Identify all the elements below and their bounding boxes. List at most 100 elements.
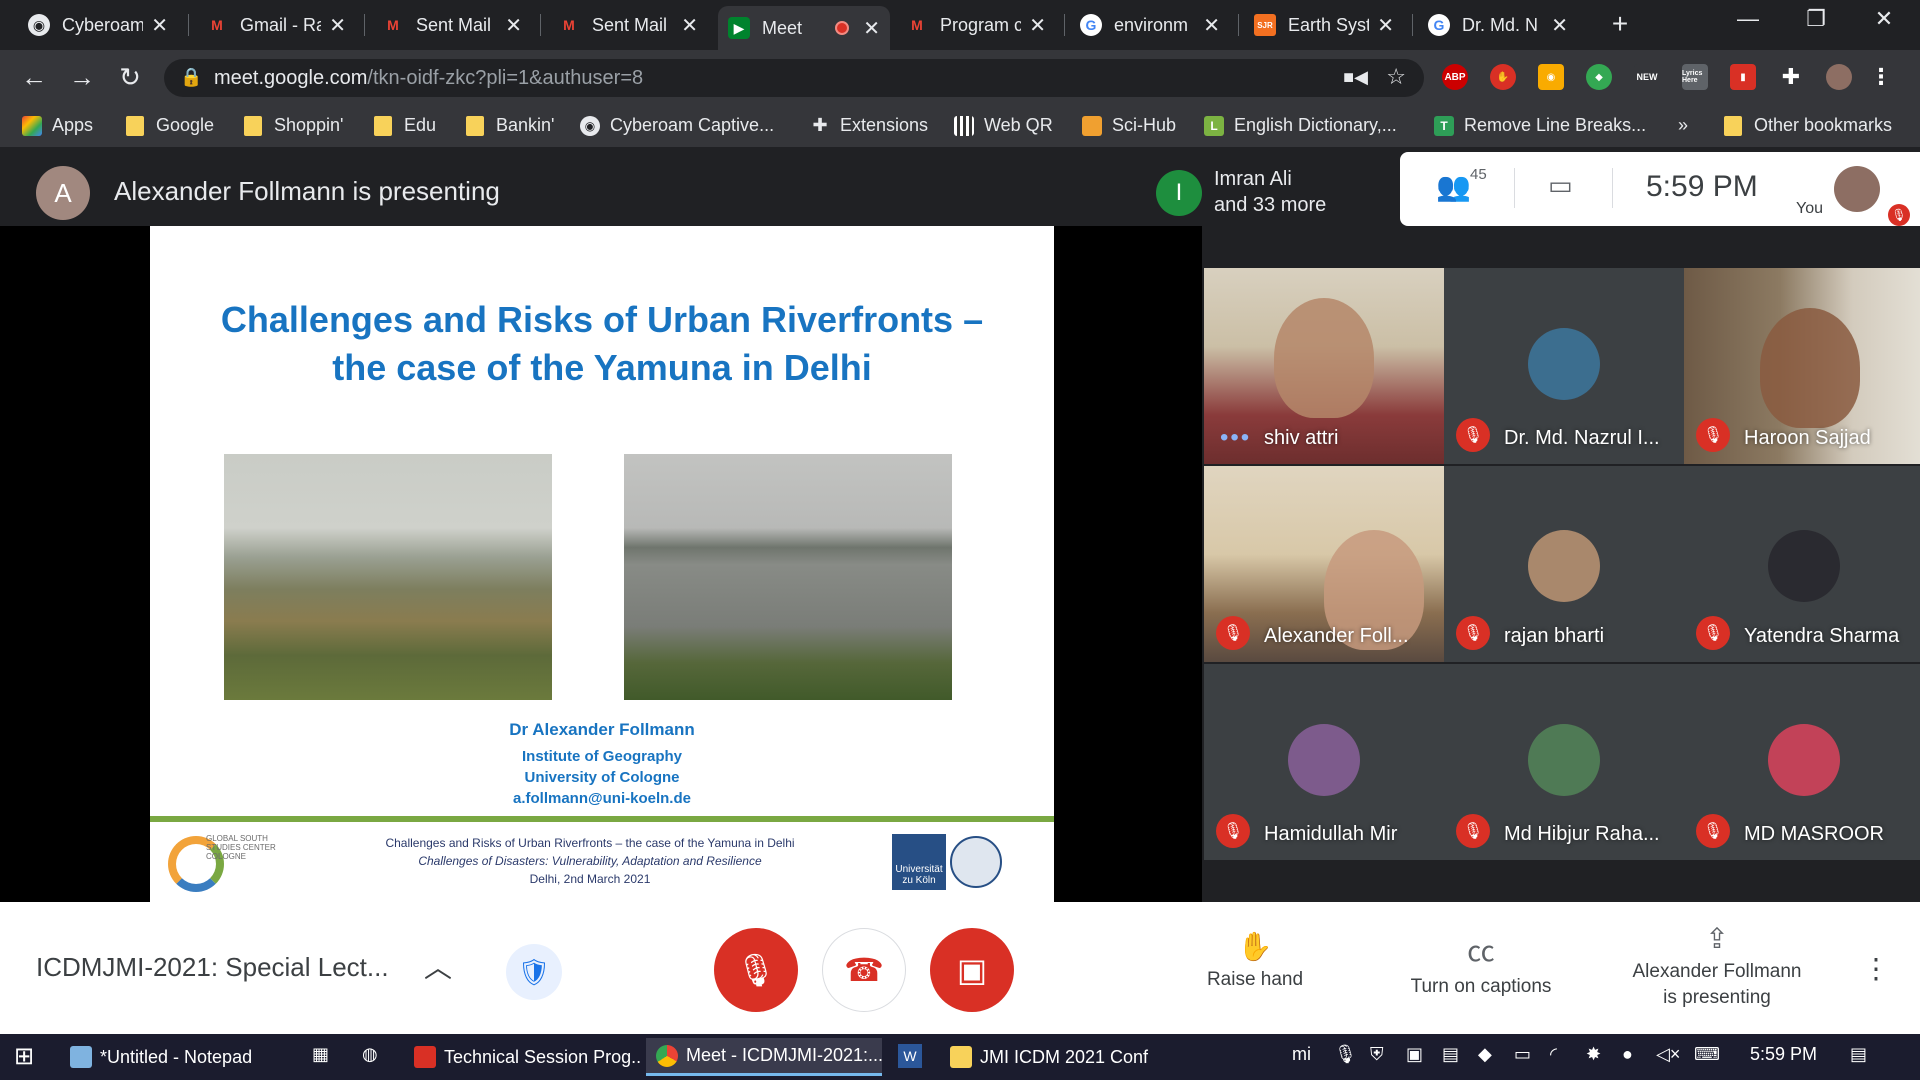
restore-icon[interactable]: ❐ — [1796, 6, 1836, 32]
participant-tile[interactable]: 🎙 MD MASROOR — [1684, 664, 1920, 860]
bookmarks-overflow-button[interactable]: » — [1678, 115, 1688, 136]
tab-cyberoam[interactable]: ◉ Cyberoam ✕ — [18, 6, 178, 44]
bookmark-edu[interactable]: Edu — [374, 115, 436, 136]
camera-icon[interactable]: ■◀ — [1343, 67, 1368, 88]
back-arrow-icon[interactable]: ← — [18, 62, 50, 93]
bookmark-google[interactable]: Google — [126, 115, 214, 136]
reload-icon[interactable]: ↻ — [114, 62, 146, 93]
meeting-title[interactable]: ICDMJMI-2021: Special Lect... — [36, 952, 389, 983]
new-badge-icon[interactable]: NEW — [1634, 64, 1660, 90]
profile-avatar[interactable] — [1826, 64, 1852, 90]
active-speaker-chip[interactable]: I Imran Ali and 33 more — [1144, 156, 1400, 228]
minimize-icon[interactable]: — — [1728, 6, 1768, 32]
volume-muted-icon[interactable]: ◁× — [1656, 1044, 1680, 1065]
forward-arrow-icon[interactable]: → — [66, 62, 98, 93]
participant-tile[interactable]: 🎙 Alexander Foll... — [1204, 466, 1444, 662]
bookmark-star-icon[interactable]: ☆ — [1386, 64, 1406, 90]
address-bar[interactable]: 🔒 meet.google.com/tkn-oidf-zkc?pli=1&aut… — [164, 59, 1424, 97]
chevron-up-icon[interactable]: ︿ — [424, 946, 452, 986]
new-tab-button[interactable]: + — [1600, 8, 1640, 40]
bookmark-cyberoam[interactable]: ◉ Cyberoam Captive... — [580, 115, 774, 136]
raise-hand-button[interactable]: ✋ Raise hand — [1190, 930, 1320, 991]
browser-menu-icon[interactable]: ⋮ — [1868, 64, 1894, 90]
paint-icon[interactable]: ◍ — [362, 1044, 378, 1065]
taskbar-folder[interactable]: JMI ICDM 2021 Conf — [940, 1038, 1176, 1076]
camera-toggle-button[interactable]: ▣ — [930, 928, 1014, 1012]
tray-drop-icon[interactable]: ● — [1622, 1044, 1633, 1065]
participant-tile[interactable]: 🎙 Dr. Md. Nazrul I... — [1444, 268, 1684, 464]
extension-orange-icon[interactable]: ◉ — [1538, 64, 1564, 90]
calculator-icon[interactable]: ▦ — [312, 1044, 329, 1065]
tab-dr-md[interactable]: G Dr. Md. N ✕ — [1418, 6, 1578, 44]
tab-environment[interactable]: G environm ✕ — [1070, 6, 1230, 44]
pdf-extension-icon[interactable]: ▮ — [1730, 64, 1756, 90]
presentation-button[interactable]: ⇪ Alexander Follmann is presenting — [1622, 922, 1812, 1009]
taskbar-pdf[interactable]: Technical Session Prog... — [404, 1038, 640, 1076]
folder-icon — [374, 115, 392, 136]
participant-tile[interactable]: 🎙 Hamidullah Mir — [1204, 664, 1444, 860]
battery-icon[interactable]: ▭ — [1514, 1044, 1531, 1065]
close-window-icon[interactable]: ✕ — [1864, 6, 1904, 32]
adblock-plus-icon[interactable]: ABP — [1442, 64, 1468, 90]
participant-tile[interactable]: ••• shiv attri — [1204, 268, 1444, 464]
close-tab-icon[interactable]: ✕ — [1551, 13, 1568, 38]
bookmark-other[interactable]: Other bookmarks — [1724, 115, 1892, 136]
taskbar-notepad[interactable]: *Untitled - Notepad — [60, 1038, 296, 1076]
tray-fire-icon[interactable]: ✸ — [1586, 1044, 1601, 1065]
bookmark-remove-line-breaks[interactable]: T Remove Line Breaks... — [1434, 115, 1646, 136]
mic-off-icon: 🎙 — [735, 952, 777, 988]
taskbar-chrome[interactable]: Meet - ICDMJMI-2021:... — [646, 1038, 882, 1076]
hand-stop-icon[interactable]: ✋ — [1490, 64, 1516, 90]
more-options-icon[interactable]: ⋮ — [1862, 952, 1890, 985]
keyboard-icon[interactable]: ⌨ — [1694, 1044, 1720, 1065]
close-tab-icon[interactable]: ✕ — [329, 13, 346, 38]
puzzle-icon[interactable]: ✚ — [1778, 64, 1804, 90]
tray-colorful-icon[interactable]: ◆ — [1478, 1044, 1492, 1065]
wifi-icon[interactable]: ◜ — [1550, 1044, 1557, 1065]
lock-icon[interactable]: 🔒 — [180, 67, 202, 88]
tab-meet[interactable]: ▶ Meet ✕ — [718, 6, 890, 50]
close-tab-icon[interactable]: ✕ — [1203, 13, 1220, 38]
notifications-icon[interactable]: ▤ — [1850, 1044, 1867, 1065]
tab-earth-system[interactable]: SJR Earth Syst ✕ — [1244, 6, 1404, 44]
self-avatar[interactable] — [1834, 166, 1880, 212]
tab-sent-mail-2[interactable]: M Sent Mail ✕ — [548, 6, 708, 44]
bookmark-web-qr[interactable]: Web QR — [954, 115, 1053, 136]
close-tab-icon[interactable]: ✕ — [863, 16, 880, 41]
bookmark-sci-hub[interactable]: Sci-Hub — [1082, 115, 1176, 136]
microphone-toggle-button[interactable]: 🎙 — [714, 928, 798, 1012]
close-tab-icon[interactable]: ✕ — [151, 13, 168, 38]
windows-start-icon[interactable]: ⊞ — [14, 1042, 34, 1071]
tray-app-icon[interactable]: ▣ — [1406, 1044, 1423, 1065]
bookmark-extensions[interactable]: ✚ Extensions — [810, 115, 928, 136]
lyrics-here-icon[interactable]: Lyrics Here — [1682, 64, 1708, 90]
bookmark-shopping[interactable]: Shoppin' — [244, 115, 344, 136]
participant-tile[interactable]: 🎙 rajan bharti — [1444, 466, 1684, 662]
close-tab-icon[interactable]: ✕ — [1377, 13, 1394, 38]
tab-program[interactable]: M Program c ✕ — [896, 6, 1056, 44]
microphone-icon[interactable]: 🎙 — [1334, 1044, 1357, 1065]
word-icon[interactable]: W — [898, 1044, 922, 1068]
bookmark-banking[interactable]: Bankin' — [466, 115, 554, 136]
participant-tile[interactable]: 🎙 Haroon Sajjad — [1684, 268, 1920, 464]
chat-icon[interactable]: ▭ — [1548, 170, 1573, 201]
close-tab-icon[interactable]: ✕ — [1029, 13, 1046, 38]
bookmark-apps[interactable]: Apps — [22, 115, 93, 136]
tab-sent-mail-1[interactable]: M Sent Mail ✕ — [372, 6, 532, 44]
taskbar-clock[interactable]: 5:59 PM — [1750, 1044, 1817, 1065]
bookmark-english-dictionary[interactable]: L English Dictionary,... — [1204, 115, 1397, 136]
participant-tile[interactable]: 🎙 Yatendra Sharma — [1684, 466, 1920, 662]
defender-shield-icon[interactable]: ⛨ — [1370, 1044, 1384, 1065]
close-tab-icon[interactable]: ✕ — [505, 13, 522, 38]
leave-call-button[interactable]: ☎ — [822, 928, 906, 1012]
tray-device-icon[interactable]: ▤ — [1442, 1044, 1459, 1065]
people-icon[interactable]: 👥 — [1436, 170, 1471, 203]
colorful-extension-icon[interactable]: ◆ — [1586, 64, 1612, 90]
tab-gmail-inbox[interactable]: M Gmail - Ra ✕ — [196, 6, 356, 44]
mi-icon[interactable]: mi — [1292, 1044, 1311, 1065]
participant-tile[interactable]: 🎙 Md Hibjur Raha... — [1444, 664, 1684, 860]
shield-lock-icon[interactable]: 🛡 — [506, 944, 562, 1000]
participant-avatar — [1288, 724, 1360, 796]
captions-button[interactable]: ㏄ Turn on captions — [1386, 930, 1576, 998]
close-tab-icon[interactable]: ✕ — [681, 13, 698, 38]
